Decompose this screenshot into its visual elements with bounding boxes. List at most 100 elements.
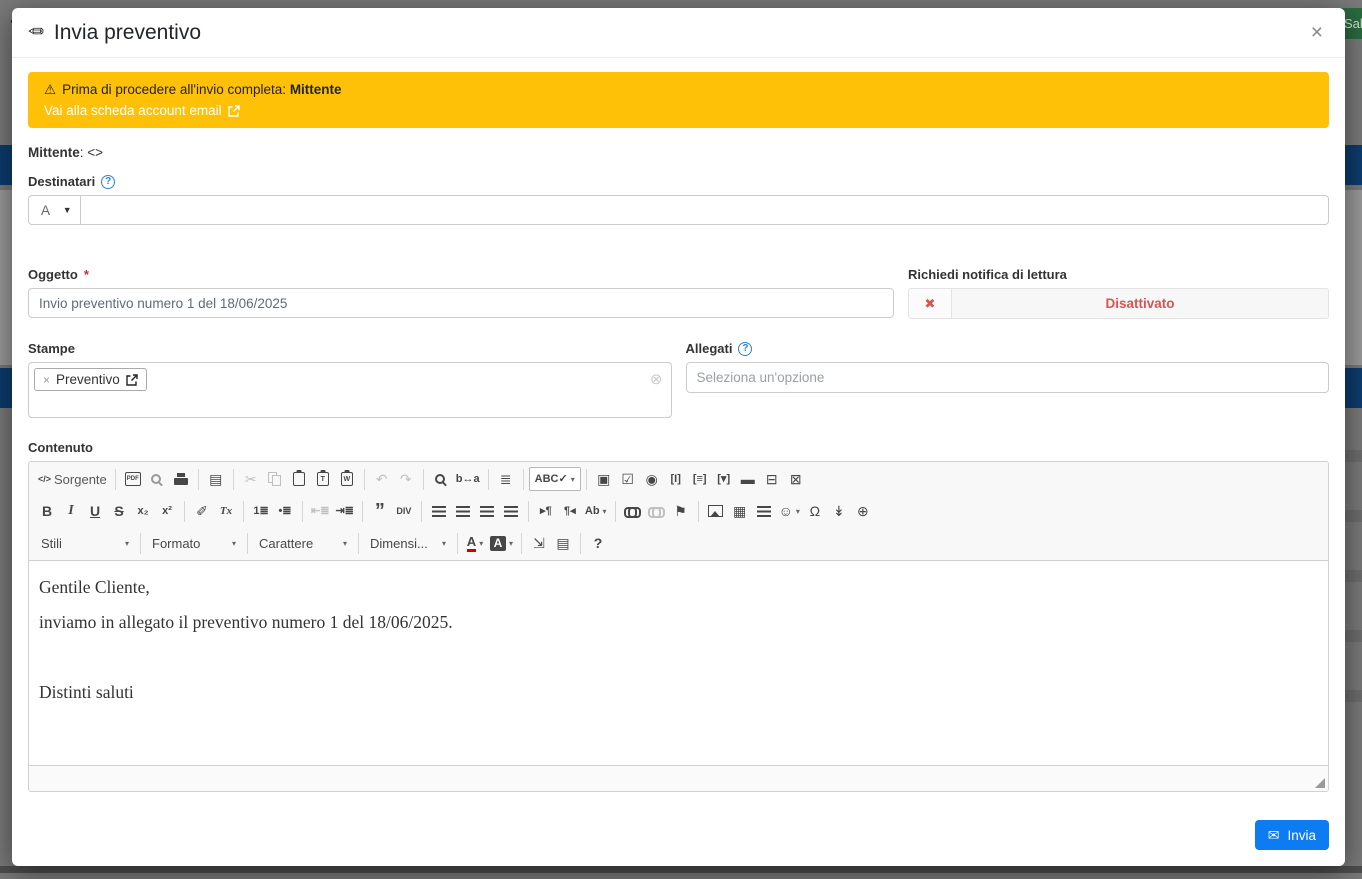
increase-indent-button[interactable]: ⇥≣ xyxy=(332,499,356,523)
maximize-button[interactable]: ⇲ xyxy=(527,531,551,555)
numbered-list-button-icon: 1≣ xyxy=(253,506,268,517)
resize-handle[interactable] xyxy=(1315,778,1325,788)
form-button[interactable]: ▣ xyxy=(592,467,616,491)
select-field-button[interactable]: [▾] xyxy=(712,467,736,491)
horizontal-rule-button[interactable] xyxy=(752,499,776,523)
text-direction-rtl-button[interactable]: ¶◂ xyxy=(558,499,582,523)
text-color-button[interactable]: A▾ xyxy=(463,531,487,555)
smiley-button[interactable]: ☺▾ xyxy=(776,499,803,523)
checkbox-button[interactable]: ☑ xyxy=(616,467,640,491)
hidden-field-button[interactable]: ⊠ xyxy=(784,467,808,491)
align-justify-button[interactable] xyxy=(499,499,523,523)
print-tag-preventivo[interactable]: × Preventivo xyxy=(34,368,147,391)
undo-button[interactable]: ↶ xyxy=(370,467,394,491)
toolbar-separator xyxy=(580,533,581,554)
remove-format-button[interactable]: Tx xyxy=(214,499,238,523)
language-button[interactable]: Ab▾ xyxy=(582,499,610,523)
image-button-field-button[interactable]: ⊟ xyxy=(760,467,784,491)
select-all-button[interactable]: ≣ xyxy=(494,467,518,491)
anchor-button[interactable]: ⚑ xyxy=(669,499,693,523)
page-break-button[interactable]: ↡ xyxy=(827,499,851,523)
italic-button-icon: I xyxy=(68,504,73,518)
bold-button[interactable]: B xyxy=(35,499,59,523)
unlink-button[interactable] xyxy=(645,499,669,523)
paste-button[interactable] xyxy=(287,467,311,491)
replace-button[interactable]: b↔a xyxy=(453,467,483,491)
invia-button[interactable]: ✉ Invia xyxy=(1255,820,1329,850)
about-button[interactable]: ? xyxy=(586,531,610,555)
size-combo[interactable]: Dimensi...▾ xyxy=(364,531,452,555)
recipients-input[interactable] xyxy=(81,195,1329,225)
text-field-button[interactable]: [I] xyxy=(664,467,688,491)
prints-multiselect[interactable]: × Preventivo ⊗ xyxy=(28,362,672,418)
underline-button[interactable]: U xyxy=(83,499,107,523)
radio-button[interactable]: ◉ xyxy=(640,467,664,491)
copy-formatting-button[interactable]: ✐ xyxy=(190,499,214,523)
numbered-list-button[interactable]: 1≣ xyxy=(249,499,273,523)
blockquote-button[interactable]: ” xyxy=(368,499,392,523)
subscript-button[interactable]: x₂ xyxy=(131,499,155,523)
size-combo-icon: Dimensi... xyxy=(370,537,428,550)
source-button-icon: </> xyxy=(38,475,51,484)
paste-word-button[interactable]: W xyxy=(335,467,359,491)
export-pdf-button[interactable]: PDF xyxy=(121,467,145,491)
format-combo[interactable]: Formato▾ xyxy=(146,531,242,555)
help-icon[interactable]: ? xyxy=(738,342,752,356)
copy-button[interactable] xyxy=(263,467,287,491)
source-button[interactable]: </>Sorgente xyxy=(35,467,110,491)
help-icon[interactable]: ? xyxy=(101,175,115,189)
iframe-button-icon: ⊕ xyxy=(857,504,869,518)
close-icon[interactable]: × xyxy=(1305,20,1329,45)
toolbar-separator xyxy=(523,469,524,490)
spellcheck-button[interactable]: ABC✓▾ xyxy=(529,467,581,491)
cut-button-icon: ✂ xyxy=(245,472,257,486)
editor-body[interactable]: Gentile Cliente,inviamo in allegato il p… xyxy=(29,561,1328,765)
copy-formatting-button-icon: ✐ xyxy=(196,504,208,518)
external-link-icon[interactable] xyxy=(126,374,138,386)
font-combo[interactable]: Carattere▾ xyxy=(253,531,353,555)
find-button[interactable] xyxy=(429,467,453,491)
x-mark-icon: ✖ xyxy=(909,289,952,318)
special-character-button[interactable]: Ω xyxy=(803,499,827,523)
rich-text-editor: </>Sorgente PDF ▤ ✂ TW ↶↷ b↔a ≣ ABC✓▾ ▣☑◉ [I] [≡] [▾… xyxy=(28,461,1329,792)
text-field-button-icon: [I] xyxy=(671,474,681,485)
paste-text-button[interactable]: T xyxy=(311,467,335,491)
align-left-button[interactable] xyxy=(427,499,451,523)
insert-table-button[interactable]: ▦ xyxy=(728,499,752,523)
anchor-button-icon: ⚑ xyxy=(674,504,687,518)
clear-selection-icon[interactable]: ⊗ xyxy=(650,370,663,388)
styles-combo[interactable]: Stili▾ xyxy=(35,531,135,555)
insert-image-button[interactable] xyxy=(704,499,728,523)
italic-button[interactable]: I xyxy=(59,499,83,523)
account-email-link[interactable]: Vai alla scheda account email xyxy=(44,103,1313,118)
bulleted-list-button[interactable]: •≣ xyxy=(273,499,297,523)
background-panel xyxy=(0,190,12,365)
subject-input[interactable] xyxy=(28,288,894,318)
strikethrough-button[interactable]: S xyxy=(107,499,131,523)
background-color-button[interactable]: A▾ xyxy=(487,531,516,555)
cut-button[interactable]: ✂ xyxy=(239,467,263,491)
decrease-indent-button[interactable]: ⇤≣ xyxy=(308,499,332,523)
show-blocks-button[interactable]: ▤ xyxy=(551,531,575,555)
print-tag-label: Preventivo xyxy=(56,372,120,387)
select-field-button-icon: [▾] xyxy=(717,474,730,485)
recipient-type-select[interactable]: A ▼ xyxy=(28,195,81,225)
redo-button[interactable]: ↷ xyxy=(394,467,418,491)
text-direction-ltr-button[interactable]: ▸¶ xyxy=(534,499,558,523)
underline-button-icon: U xyxy=(90,504,100,518)
textarea-button[interactable]: [≡] xyxy=(688,467,712,491)
templates-button[interactable]: ▤ xyxy=(204,467,228,491)
read-receipt-toggle[interactable]: ✖ Disattivato xyxy=(908,288,1329,319)
div-container-button[interactable]: DIV xyxy=(392,499,416,523)
remove-tag-icon[interactable]: × xyxy=(43,373,50,387)
preview-button[interactable] xyxy=(145,467,169,491)
link-button[interactable] xyxy=(621,499,645,523)
align-center-button[interactable] xyxy=(451,499,475,523)
iframe-button[interactable]: ⊕ xyxy=(851,499,875,523)
button-field-button[interactable]: ▬ xyxy=(736,467,760,491)
toolbar-separator xyxy=(423,469,424,490)
superscript-button[interactable]: x² xyxy=(155,499,179,523)
align-right-button[interactable] xyxy=(475,499,499,523)
attachments-select[interactable] xyxy=(686,362,1330,393)
print-button[interactable] xyxy=(169,467,193,491)
